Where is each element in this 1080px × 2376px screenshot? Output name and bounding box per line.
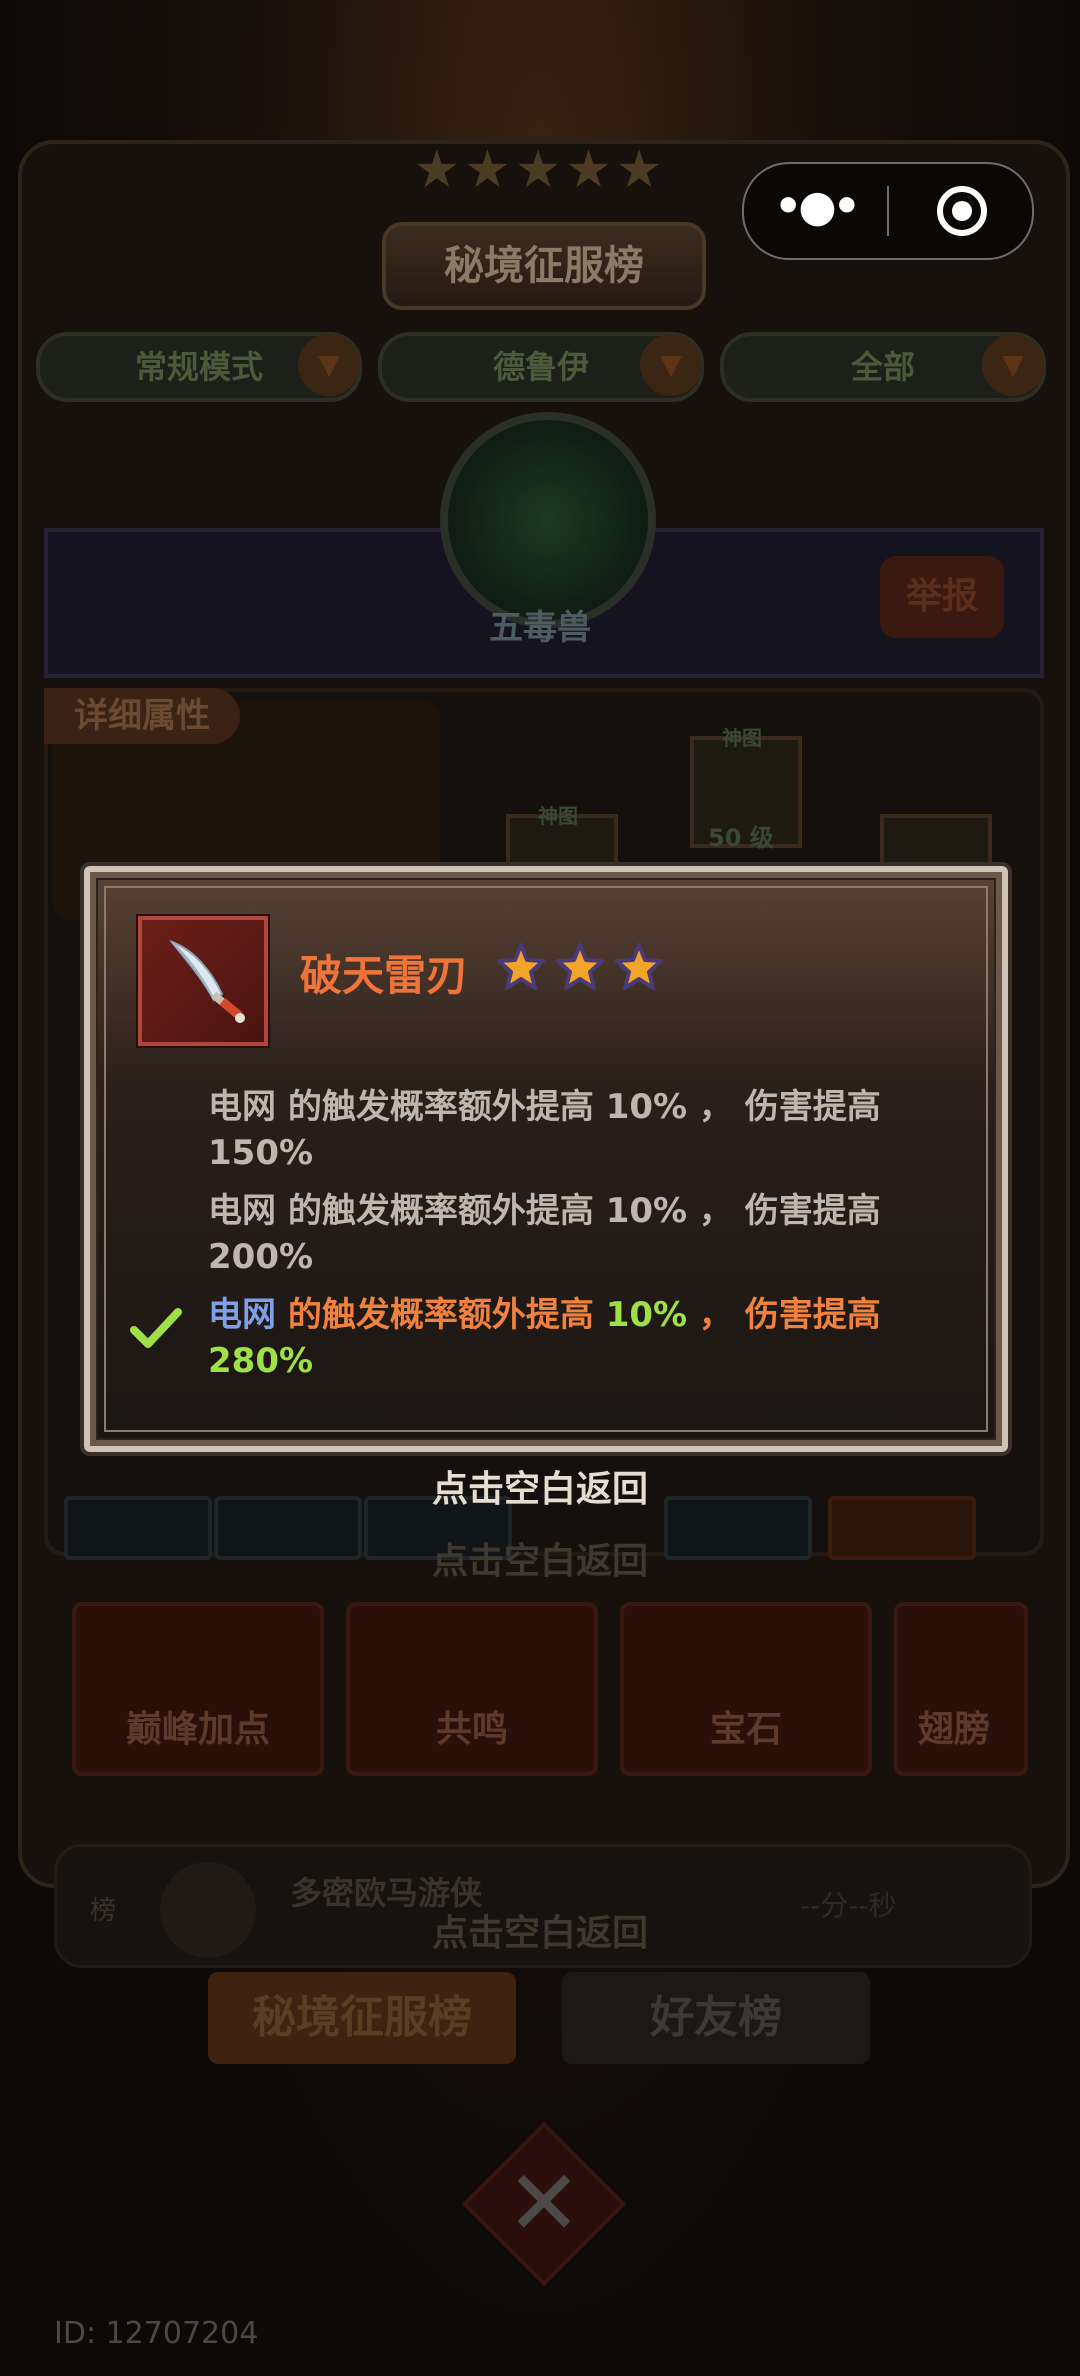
filter-mode-dropdown[interactable]: 常规模式 ▼ — [36, 332, 362, 402]
filter-scope-label: 全部 — [850, 348, 915, 386]
blade-icon — [169, 939, 245, 1023]
filter-class-label: 德鲁伊 — [492, 348, 589, 386]
effect-text: 的触发概率额外提高 — [276, 1295, 606, 1335]
leaderboard-title: 秘境征服榜 — [382, 222, 706, 310]
damage-text: 伤害提高 — [744, 1295, 881, 1335]
slot-level: 50 级 — [708, 824, 774, 852]
wings-label: 翅膀 — [918, 1709, 991, 1750]
effect-text: 的触发概率额外提高 — [276, 1087, 606, 1127]
effect-line-tier2: 电网 的触发概率额外提高 10% ， 伤害提高 200% — [208, 1188, 928, 1280]
chevron-down-icon: ▼ — [298, 334, 360, 396]
skill-name: 电网 — [208, 1087, 276, 1127]
star-icon — [497, 943, 545, 990]
tab-conquest-leaderboard[interactable]: 秘境征服榜 — [208, 1972, 516, 2064]
hero-name: 五毒兽 — [489, 608, 591, 648]
checkmark-icon — [130, 1308, 182, 1348]
gem-label: 宝石 — [709, 1709, 782, 1750]
separator: ， — [698, 1295, 733, 1335]
tab-friends-leaderboard[interactable]: 好友榜 — [562, 1972, 870, 2064]
star-icon — [556, 943, 605, 990]
resonance-label: 共鸣 — [435, 1709, 508, 1750]
effect-text: 的触发概率额外提高 — [276, 1191, 606, 1231]
report-button[interactable]: 举报 — [880, 556, 1004, 638]
skill-name: 电网 — [208, 1191, 276, 1231]
capsule-divider — [887, 186, 889, 236]
peak-points-button[interactable]: 巅峰加点 — [72, 1602, 324, 1776]
filter-scope-dropdown[interactable]: 全部 ▼ — [720, 332, 1046, 402]
effect-line-tier3-active: 电网 的触发概率额外提高 10% ， 伤害提高 280% — [208, 1292, 928, 1384]
class-emblem-icon — [440, 412, 656, 628]
peak-points-label: 巅峰加点 — [125, 1709, 270, 1750]
prob-value: 10% — [605, 1087, 688, 1127]
item-name: 破天雷刃 — [300, 951, 469, 1000]
wings-button[interactable]: 翅膀 — [894, 1602, 1028, 1776]
target-icon[interactable] — [937, 186, 987, 236]
damage-text: 伤害提高 — [744, 1087, 881, 1127]
gem-button[interactable]: 宝石 — [620, 1602, 872, 1776]
damage-value: 280% — [208, 1341, 314, 1381]
title-stars-decoration: ★★★★★ — [413, 140, 667, 200]
filter-class-dropdown[interactable]: 德鲁伊 ▼ — [378, 332, 704, 402]
item-icon — [136, 914, 270, 1048]
damage-value: 200% — [208, 1237, 314, 1277]
miniprogram-capsule: •●• — [742, 162, 1034, 260]
avatar — [160, 1862, 256, 1958]
damage-value: 150% — [208, 1133, 314, 1173]
separator: ， — [698, 1191, 733, 1231]
ghost-return-hint: 点击空白返回 — [431, 1541, 648, 1582]
item-rating — [496, 942, 668, 996]
resonance-button[interactable]: 共鸣 — [346, 1602, 598, 1776]
slot-label: 神图 — [722, 726, 762, 750]
slot-label: 神图 — [538, 804, 578, 828]
chevron-down-icon: ▼ — [640, 334, 702, 396]
skill-thumb[interactable] — [828, 1496, 976, 1560]
chevron-down-icon: ▼ — [982, 334, 1044, 396]
prob-value: 10% — [605, 1295, 688, 1335]
separator: ， — [698, 1087, 733, 1127]
skill-name: 电网 — [208, 1295, 276, 1335]
filter-mode-label: 常规模式 — [134, 348, 263, 386]
prob-value: 10% — [605, 1191, 688, 1231]
ellipsis-icon[interactable]: •●• — [744, 164, 887, 258]
skill-thumb[interactable] — [64, 1496, 212, 1560]
ghost-return-hint: 点击空白返回 — [431, 1913, 648, 1954]
close-icon: ✕ — [506, 2151, 582, 2256]
clear-time: --分--秒 — [800, 1889, 897, 1922]
detail-attributes-tab[interactable]: 详细属性 — [44, 688, 240, 744]
item-detail-modal: 破天雷刃 电网 的触发概率额外提高 10% ， 伤害提高 150% 电网 的触发概… — [84, 866, 1008, 1452]
effect-line-tier1: 电网 的触发概率额外提高 10% ， 伤害提高 150% — [208, 1084, 928, 1176]
rank-label: 榜 — [90, 1896, 117, 1926]
player-id: ID: 12707204 — [54, 2316, 259, 2351]
damage-text: 伤害提高 — [744, 1191, 881, 1231]
tap-blank-to-return[interactable]: 点击空白返回 — [340, 1460, 740, 1512]
star-icon — [615, 943, 664, 990]
